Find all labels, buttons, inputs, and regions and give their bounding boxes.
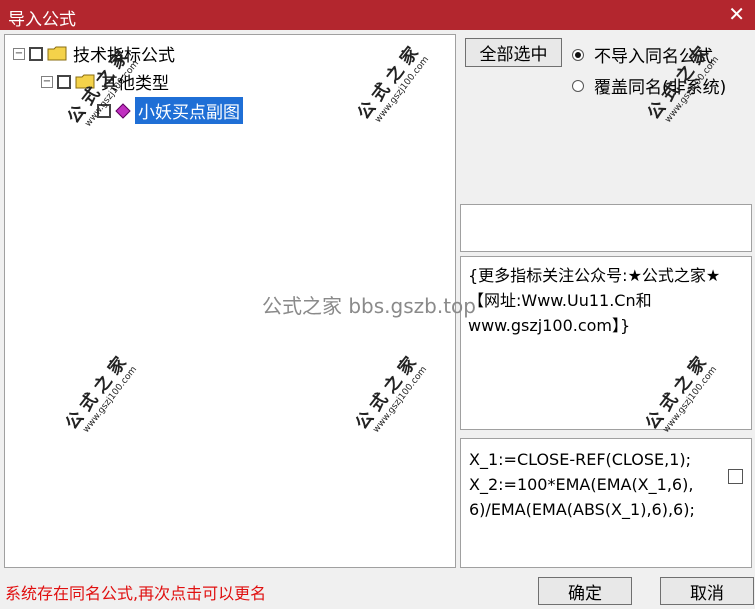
close-icon[interactable]: ✕: [728, 2, 745, 26]
formula-gem-icon: [115, 102, 131, 119]
folder-icon: [47, 46, 67, 61]
radio-indicator[interactable]: [572, 79, 584, 92]
tree-node-root[interactable]: − 技术指标公式: [13, 41, 175, 66]
center-watermark: 公式之家 bbs.gszb.top: [262, 294, 476, 318]
select-all-button[interactable]: 全部选中: [465, 38, 562, 67]
radio-indicator[interactable]: [572, 48, 584, 61]
ok-button[interactable]: 确定: [538, 577, 632, 605]
tree-node-item[interactable]: 小妖买点副图: [97, 97, 243, 124]
code-panel[interactable]: X_1:=CLOSE-REF(CLOSE,1); X_2:=100*EMA(EM…: [460, 438, 752, 568]
collapse-icon[interactable]: −: [13, 47, 25, 60]
tree-node-label: 小妖买点副图: [135, 97, 243, 124]
title-bar: 导入公式 ✕: [0, 0, 755, 30]
collapse-icon[interactable]: −: [41, 75, 53, 88]
code-checkbox[interactable]: [728, 469, 743, 484]
formula-code: X_1:=CLOSE-REF(CLOSE,1); X_2:=100*EMA(EM…: [469, 450, 695, 519]
tree-checkbox[interactable]: [57, 74, 71, 89]
formula-description: {更多指标关注公众号:★公式之家★ 【网址:Www.Uu11.Cn和www.gs…: [468, 266, 721, 335]
window-title: 导入公式: [8, 10, 76, 30]
info-box: [460, 204, 752, 252]
status-message: 系统存在同名公式,再次点击可以更名: [5, 584, 267, 603]
cancel-button[interactable]: 取消: [660, 577, 754, 605]
description-panel: {更多指标关注公众号:★公式之家★ 【网址:Www.Uu11.Cn和www.gs…: [460, 256, 752, 430]
tree-checkbox[interactable]: [29, 46, 43, 61]
